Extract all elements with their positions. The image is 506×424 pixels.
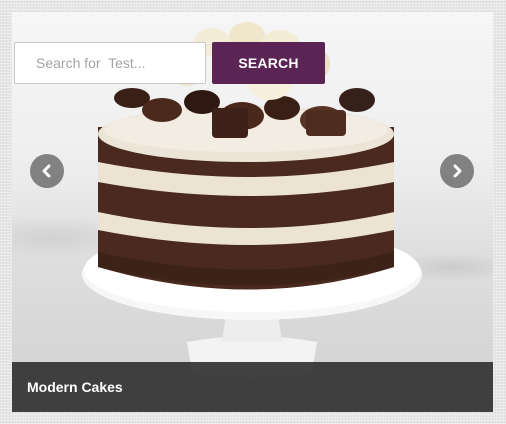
chevron-left-icon bbox=[42, 164, 51, 178]
search-input[interactable] bbox=[14, 42, 206, 84]
slider-prev-button[interactable] bbox=[30, 154, 64, 188]
search-button[interactable]: SEARCH bbox=[212, 42, 325, 84]
image-slider: SEARCH Modern Cakes bbox=[12, 12, 493, 412]
slide-caption: Modern Cakes bbox=[27, 379, 123, 395]
slider-next-button[interactable] bbox=[440, 154, 474, 188]
slide-caption-bar: Modern Cakes bbox=[12, 362, 493, 412]
chevron-right-icon bbox=[453, 164, 462, 178]
